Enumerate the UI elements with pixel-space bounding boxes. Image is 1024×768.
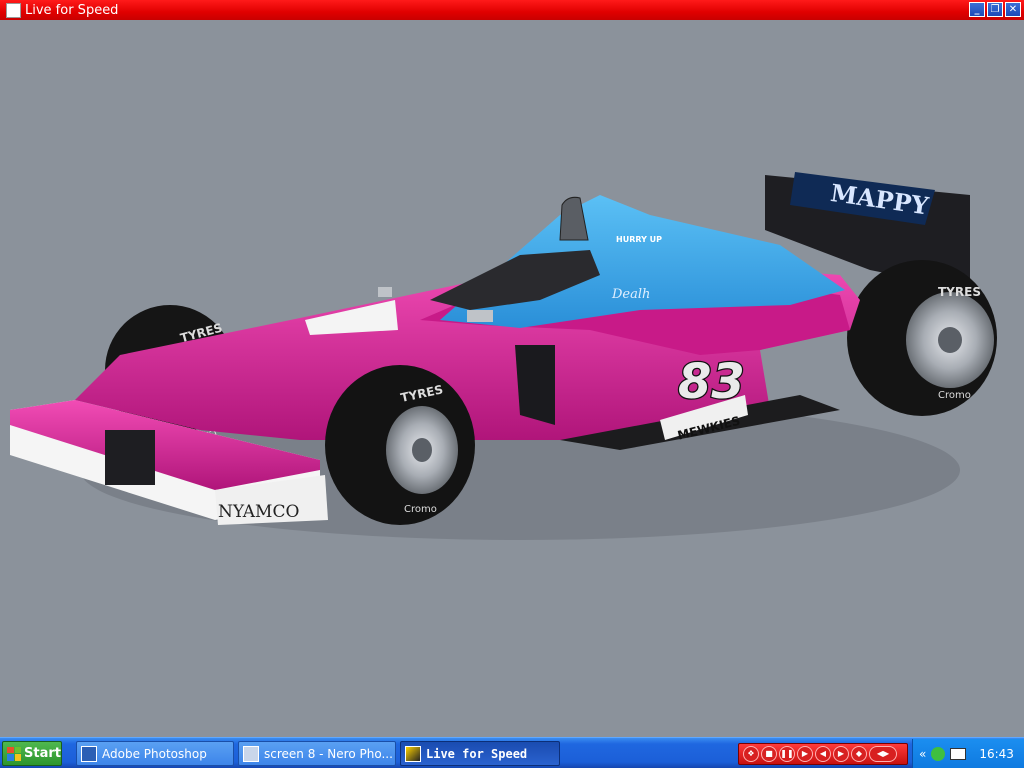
windows-logo-icon bbox=[7, 746, 21, 761]
previous-button[interactable]: ◀ bbox=[815, 746, 831, 762]
close-button[interactable]: ✕ bbox=[1005, 2, 1021, 17]
app-icon bbox=[6, 2, 21, 18]
engine-cover-text: Dealh bbox=[611, 287, 650, 302]
window-title-bar[interactable]: Live for Speed _ ❐ ✕ bbox=[0, 0, 1024, 20]
rear-tyre-brand: TYRES bbox=[938, 285, 981, 299]
system-tray: « 16:43 bbox=[912, 739, 1024, 768]
media-logo-icon: ❖ bbox=[743, 746, 759, 762]
chevron-left-icon[interactable]: « bbox=[919, 747, 926, 761]
volume-button[interactable]: ◀▶ bbox=[869, 746, 897, 762]
maximize-button[interactable]: ❐ bbox=[987, 2, 1003, 17]
lfs-icon bbox=[405, 745, 421, 762]
mute-button[interactable]: ◆ bbox=[851, 746, 867, 762]
next-button[interactable]: ▶ bbox=[833, 746, 849, 762]
game-viewport[interactable]: MAPPY TYRES Cromo TYRES Cromo NYAMCO bbox=[0, 20, 1024, 737]
taskbar: Start Adobe Photoshop screen 8 - Nero Ph… bbox=[0, 737, 1024, 768]
pause-button[interactable]: ❚❚ bbox=[779, 746, 795, 762]
cockpit-text: HURRY UP bbox=[616, 235, 662, 244]
window-title: Live for Speed bbox=[25, 2, 119, 18]
media-player-toolbar: ❖ ■ ❚❚ ▶ ◀ ▶ ◆ ◀▶ bbox=[738, 743, 908, 765]
stop-button[interactable]: ■ bbox=[761, 746, 777, 762]
task-label: Adobe Photoshop bbox=[102, 746, 207, 761]
window-controls: _ ❐ ✕ bbox=[969, 2, 1021, 17]
minimize-button[interactable]: _ bbox=[969, 2, 985, 17]
nero-photo-icon bbox=[243, 745, 259, 762]
messenger-icon[interactable] bbox=[931, 746, 946, 761]
taskbar-item-photoshop[interactable]: Adobe Photoshop bbox=[76, 741, 234, 766]
play-button[interactable]: ▶ bbox=[797, 746, 813, 762]
rear-right-wheel: TYRES Cromo bbox=[847, 260, 997, 416]
start-label: Start bbox=[24, 746, 61, 761]
network-icon[interactable] bbox=[950, 747, 967, 760]
task-label: screen 8 - Nero Pho... bbox=[264, 746, 393, 761]
race-car-render: MAPPY TYRES Cromo TYRES Cromo NYAMCO bbox=[10, 172, 997, 540]
front-right-wheel: TYRES Cromo bbox=[325, 365, 475, 525]
photoshop-icon bbox=[81, 745, 97, 762]
start-button[interactable]: Start bbox=[2, 741, 62, 766]
taskbar-item-live-for-speed[interactable]: Live for Speed bbox=[400, 741, 560, 766]
task-label: Live for Speed bbox=[426, 746, 528, 761]
rear-tyre-sidewall: Cromo bbox=[938, 390, 971, 401]
clock[interactable]: 16:43 bbox=[979, 747, 1014, 761]
front-wing-sponsor: NYAMCO bbox=[218, 502, 299, 522]
front-right-tyre-sidewall: Cromo bbox=[404, 504, 437, 515]
taskbar-item-nero[interactable]: screen 8 - Nero Pho... bbox=[238, 741, 396, 766]
